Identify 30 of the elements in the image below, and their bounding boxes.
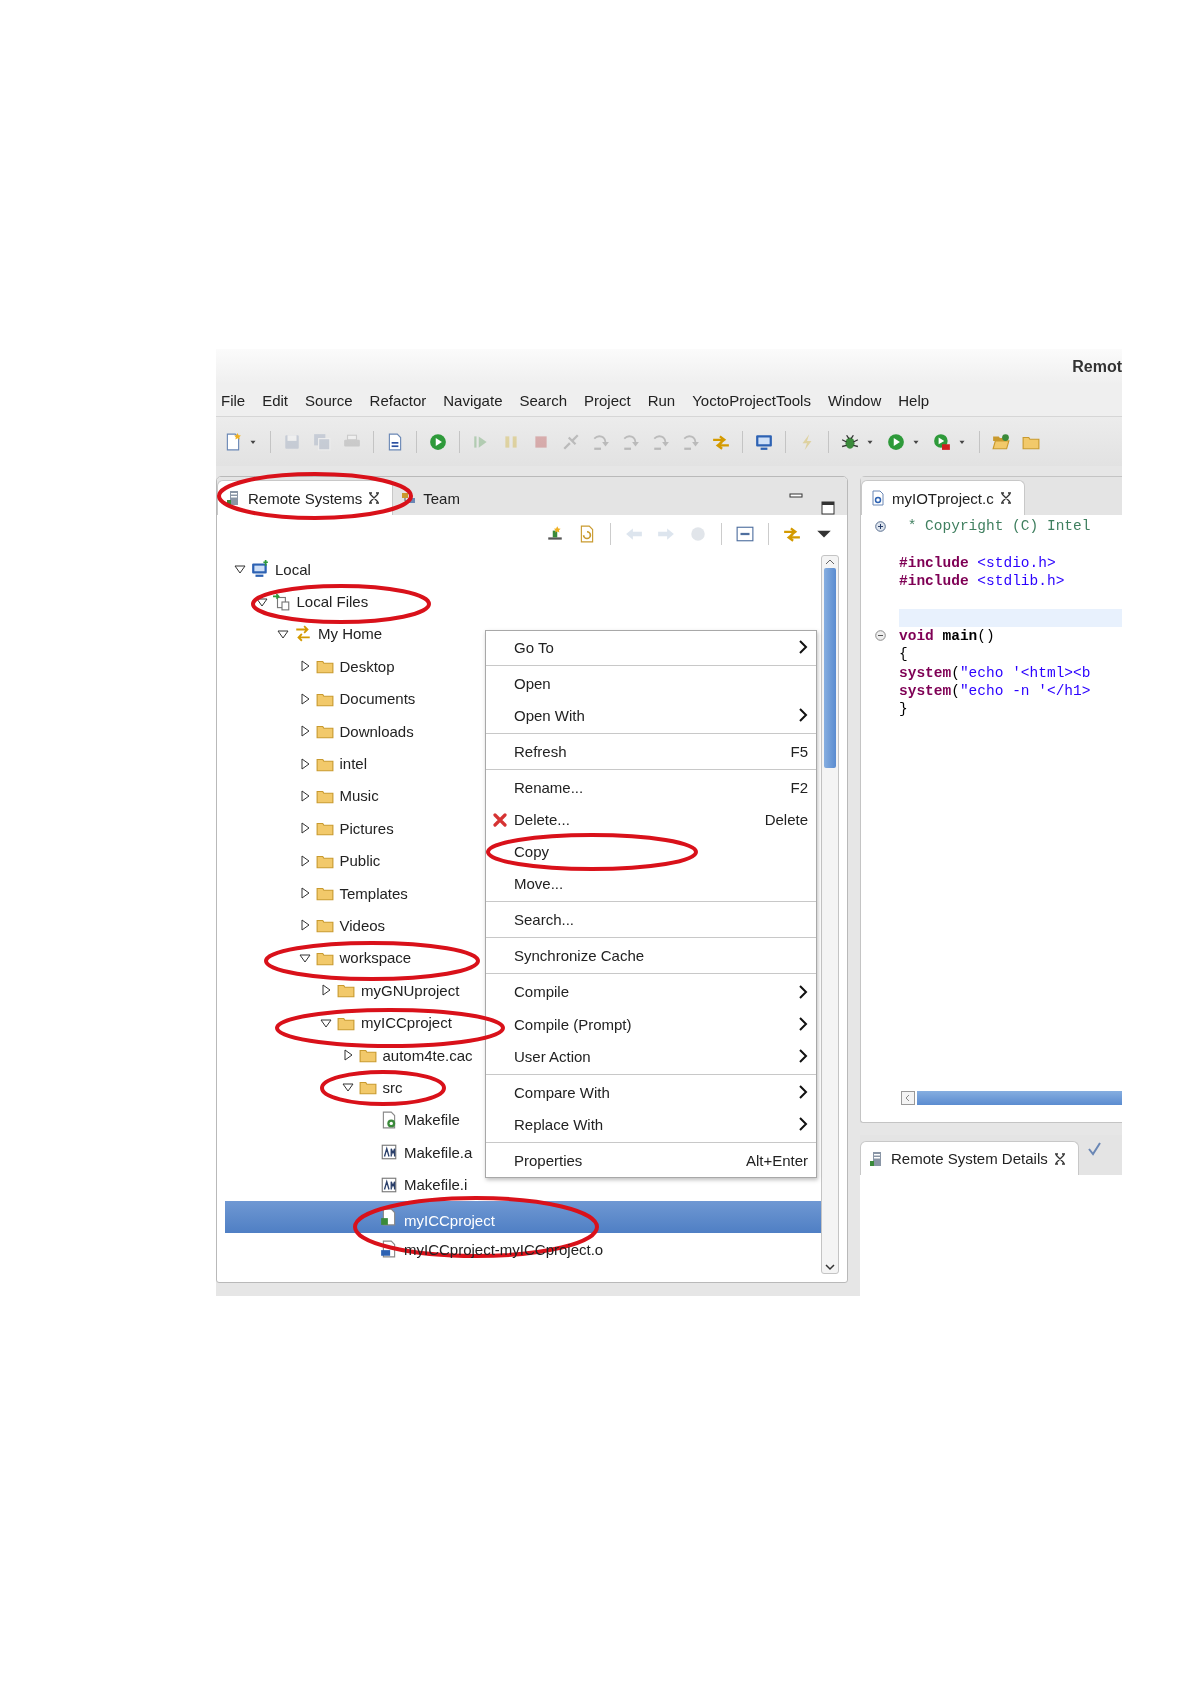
tree-item-label: myICCproject — [361, 1014, 452, 1032]
tree-item-label: Pictures — [339, 819, 394, 837]
tree-item-label: src — [382, 1078, 403, 1096]
tree-item-label: autom4te.cac — [382, 1046, 473, 1064]
tree-item-label: Makefile.a — [404, 1143, 473, 1161]
code-line: system("echo -n '</h1> — [899, 682, 1091, 699]
code-line: { — [899, 646, 908, 663]
tree-item-label: Documents — [339, 690, 416, 708]
tree-item-label: My Home — [318, 625, 383, 643]
tree-item-label: Downloads — [339, 722, 414, 740]
code-line: #include <stdio.h> — [899, 554, 1056, 571]
tree-item-label: Videos — [339, 917, 386, 934]
tree-item-label: Local — [275, 560, 311, 578]
window-title: Remot — [1072, 357, 1122, 376]
tree-item-label: Music — [339, 787, 379, 805]
code-line: system("echo '<html><b — [899, 664, 1091, 681]
tree-item-label: workspace — [339, 949, 412, 967]
tree-item-label: Desktop — [339, 657, 395, 675]
tree-item-label: intel — [339, 755, 368, 773]
code-line: #include <stdlib.h> — [899, 573, 1065, 590]
tree-item-label: myICCproject — [404, 1210, 495, 1229]
tree-item-label: Makefile.i — [404, 1176, 468, 1194]
code-line: } — [899, 701, 908, 718]
tree-item-label: myGNUproject — [361, 981, 460, 999]
tree-item-label: Public — [339, 852, 381, 870]
code-line: void main() — [899, 627, 995, 644]
tree-item-label: Templates — [339, 884, 408, 902]
tree-item-label: Local Files — [296, 593, 369, 611]
code-line: * Copyright (C) Intel — [906, 518, 1091, 535]
tree-item-label: Makefile — [404, 1111, 460, 1129]
